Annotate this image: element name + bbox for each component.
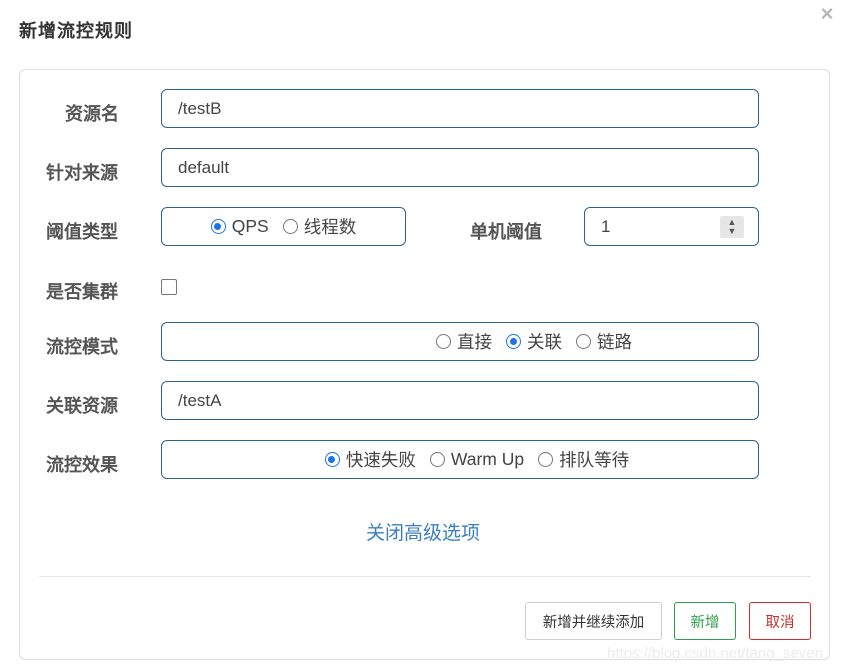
limit-app-field (161, 148, 759, 187)
control-behavior-option-label: Warm Up (450, 449, 525, 469)
flow-mode-option-label: 链路 (597, 332, 632, 352)
control-behavior-label: 流控效果 (46, 455, 118, 475)
watermark: https://blog.csdn.net/tang_seven (607, 645, 823, 662)
control-behavior-option[interactable]: 排队等待 (538, 447, 629, 472)
radio-button[interactable] (436, 334, 451, 349)
threshold-type-option-label: QPS (231, 216, 269, 236)
flow-mode-option-label: 关联 (527, 332, 562, 352)
radio-button[interactable] (576, 334, 591, 349)
close-icon[interactable]: × (817, 3, 837, 25)
flow-mode-option[interactable]: 直接 (436, 329, 492, 354)
radio-button[interactable] (506, 334, 521, 349)
chevron-down-icon[interactable]: ▼ (728, 227, 737, 236)
cancel-button[interactable]: 取消 (749, 602, 811, 640)
control-behavior-option-label: 快速失败 (345, 450, 416, 470)
toggle-advanced-link[interactable]: 关闭高级选项 (366, 518, 480, 545)
limit-app-input[interactable] (162, 149, 758, 186)
threshold-type-option[interactable]: QPS (210, 216, 269, 237)
control-behavior-group: 快速失败 Warm Up 排队等待 (161, 440, 759, 479)
resource-name-field (161, 89, 759, 128)
resource-name-input[interactable] (162, 90, 758, 127)
control-behavior-option[interactable]: Warm Up (429, 449, 525, 470)
flow-mode-option[interactable]: 链路 (576, 329, 632, 354)
ref-resource-input[interactable] (162, 382, 758, 419)
radio-button[interactable] (429, 452, 445, 467)
add-button[interactable]: 新增 (674, 602, 736, 640)
resource-name-label: 资源名 (65, 104, 119, 124)
cluster-label: 是否集群 (46, 282, 118, 302)
flow-mode-label: 流控模式 (46, 337, 118, 357)
single-threshold-label: 单机阈值 (470, 222, 542, 242)
dialog-title: 新增流控规则 (19, 21, 133, 41)
flow-mode-group: 直接 关联 链路 (161, 322, 759, 361)
ref-resource-field (161, 381, 759, 420)
ref-resource-label: 关联资源 (46, 396, 118, 416)
threshold-type-option-label: 线程数 (303, 217, 357, 237)
single-threshold-field: ▲ ▼ (584, 207, 759, 246)
cluster-checkbox[interactable] (161, 279, 177, 295)
threshold-type-option[interactable]: 线程数 (282, 214, 357, 239)
threshold-type-label: 阈值类型 (46, 222, 118, 242)
limit-app-label: 针对来源 (46, 163, 118, 183)
footer-divider (39, 576, 811, 577)
control-behavior-option-label: 排队等待 (559, 450, 630, 470)
flow-mode-option-label: 直接 (457, 332, 492, 352)
radio-button[interactable] (282, 219, 298, 234)
radio-button[interactable] (324, 452, 340, 467)
add-continue-button[interactable]: 新增并继续添加 (525, 602, 662, 640)
radio-button[interactable] (210, 219, 226, 234)
number-stepper[interactable]: ▲ ▼ (720, 216, 744, 238)
radio-button[interactable] (538, 452, 554, 467)
control-behavior-option[interactable]: 快速失败 (324, 447, 416, 472)
threshold-type-group: QPS 线程数 (161, 207, 406, 246)
flow-mode-option[interactable]: 关联 (506, 329, 562, 354)
